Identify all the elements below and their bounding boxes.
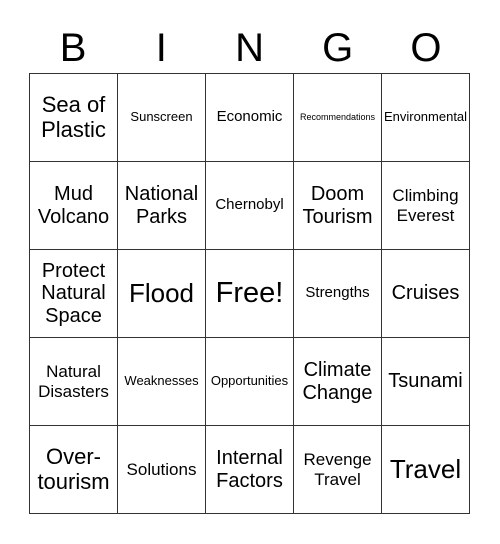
bingo-cell[interactable]: Natural Disasters [30,338,118,426]
header-letter-b: B [59,26,87,70]
header-letter-i: I [155,26,167,70]
bingo-cell[interactable]: Revenge Travel [294,426,382,514]
bingo-cell[interactable]: Recommendations [294,74,382,162]
bingo-cell[interactable]: Tsunami [382,338,470,426]
bingo-cell[interactable]: Mud Volcano [30,162,118,250]
bingo-cell[interactable]: Sunscreen [118,74,206,162]
bingo-cell[interactable]: Chernobyl [206,162,294,250]
bingo-cell[interactable]: Climate Change [294,338,382,426]
bingo-cell[interactable]: Cruises [382,250,470,338]
header-letter-g: G [322,26,354,70]
bingo-header: B I N G O [29,22,470,74]
bingo-cell[interactable]: National Parks [118,162,206,250]
bingo-cell[interactable]: Flood [118,250,206,338]
bingo-card: Sea of Plastic Sunscreen Economic Recomm… [29,73,470,514]
bingo-cell[interactable]: Climbing Everest [382,162,470,250]
bingo-cell[interactable]: Opportunities [206,338,294,426]
header-letter-n: N [235,26,264,70]
bingo-cell[interactable]: Sea of Plastic [30,74,118,162]
header-letter-o: O [410,26,442,70]
bingo-cell[interactable]: Weaknesses [118,338,206,426]
bingo-cell[interactable]: Solutions [118,426,206,514]
bingo-cell[interactable]: Travel [382,426,470,514]
free-space[interactable]: Free! [206,250,294,338]
bingo-cell[interactable]: Economic [206,74,294,162]
bingo-cell[interactable]: Internal Factors [206,426,294,514]
bingo-cell[interactable]: Environmental [382,74,470,162]
bingo-cell[interactable]: Protect Natural Space [30,250,118,338]
bingo-cell[interactable]: Over-tourism [30,426,118,514]
bingo-cell[interactable]: Doom Tourism [294,162,382,250]
bingo-cell[interactable]: Strengths [294,250,382,338]
